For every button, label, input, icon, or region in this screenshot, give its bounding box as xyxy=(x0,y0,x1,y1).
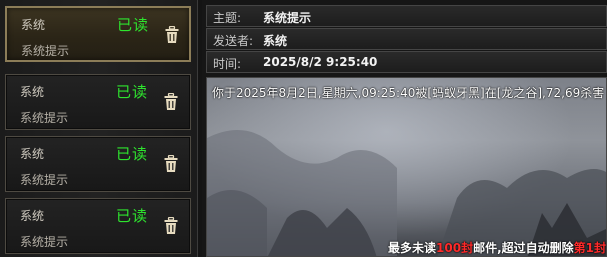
mailbox-limit-notice: 最多未读100封邮件,超过自动删除第1封 xyxy=(388,239,606,256)
mail-subject: 系统提示 xyxy=(21,44,70,58)
trash-can-icon[interactable] xyxy=(164,93,178,111)
mail-list: 系统 系统提示 已读 系统 系统提示 已读 系统 系统提示 已读 系统 系统提示… xyxy=(0,0,198,257)
mail-subject: 系统提示 xyxy=(20,235,69,249)
mail-subject: 系统提示 xyxy=(20,111,69,125)
mail-body: 你于2025年8月2日,星期六,09:25:40被[蚂蚁牙黑]在[龙之谷],72… xyxy=(206,77,607,257)
subject-value: 系统提示 xyxy=(263,11,312,25)
time-value: 2025/8/2 9:25:40 xyxy=(263,55,378,69)
trash-can-icon[interactable] xyxy=(165,26,179,44)
mail-detail-panel: 主题: 系统提示 发送者: 系统 时间: 2025/8/2 9:25:40 你于… xyxy=(202,0,607,257)
mail-sender: 系统 xyxy=(20,147,45,161)
notice-prefix: 最多未读 xyxy=(388,241,437,255)
mail-item[interactable]: 系统 系统提示 已读 xyxy=(5,74,191,130)
subject-label: 主题: xyxy=(213,11,242,25)
time-row: 时间: 2025/8/2 9:25:40 xyxy=(206,51,607,73)
mail-sender: 系统 xyxy=(21,18,46,32)
notice-middle: 邮件,超过自动删除 xyxy=(473,241,574,255)
read-status-badge: 已读 xyxy=(117,16,150,34)
mail-item[interactable]: 系统 系统提示 已读 xyxy=(5,6,191,62)
sender-row: 发送者: 系统 xyxy=(206,28,607,50)
mail-subject: 系统提示 xyxy=(20,173,69,187)
sender-label: 发送者: xyxy=(213,34,254,48)
mail-item[interactable]: 系统 系统提示 已读 xyxy=(5,198,191,254)
read-status-badge: 已读 xyxy=(116,145,149,163)
notice-limit: 100封 xyxy=(436,241,474,255)
time-label: 时间: xyxy=(213,57,242,71)
mail-body-text: 你于2025年8月2日,星期六,09:25:40被[蚂蚁牙黑]在[龙之谷],72… xyxy=(212,86,605,100)
notice-which: 第1封 xyxy=(573,241,606,255)
trash-can-icon[interactable] xyxy=(164,217,178,235)
sender-value: 系统 xyxy=(263,34,288,48)
mail-sender: 系统 xyxy=(20,209,45,223)
mail-sender: 系统 xyxy=(20,85,45,99)
read-status-badge: 已读 xyxy=(116,83,149,101)
read-status-badge: 已读 xyxy=(116,207,149,225)
mail-item[interactable]: 系统 系统提示 已读 xyxy=(5,136,191,192)
subject-row: 主题: 系统提示 xyxy=(206,5,607,27)
trash-can-icon[interactable] xyxy=(164,155,178,173)
misty-mountain-background xyxy=(207,130,606,256)
